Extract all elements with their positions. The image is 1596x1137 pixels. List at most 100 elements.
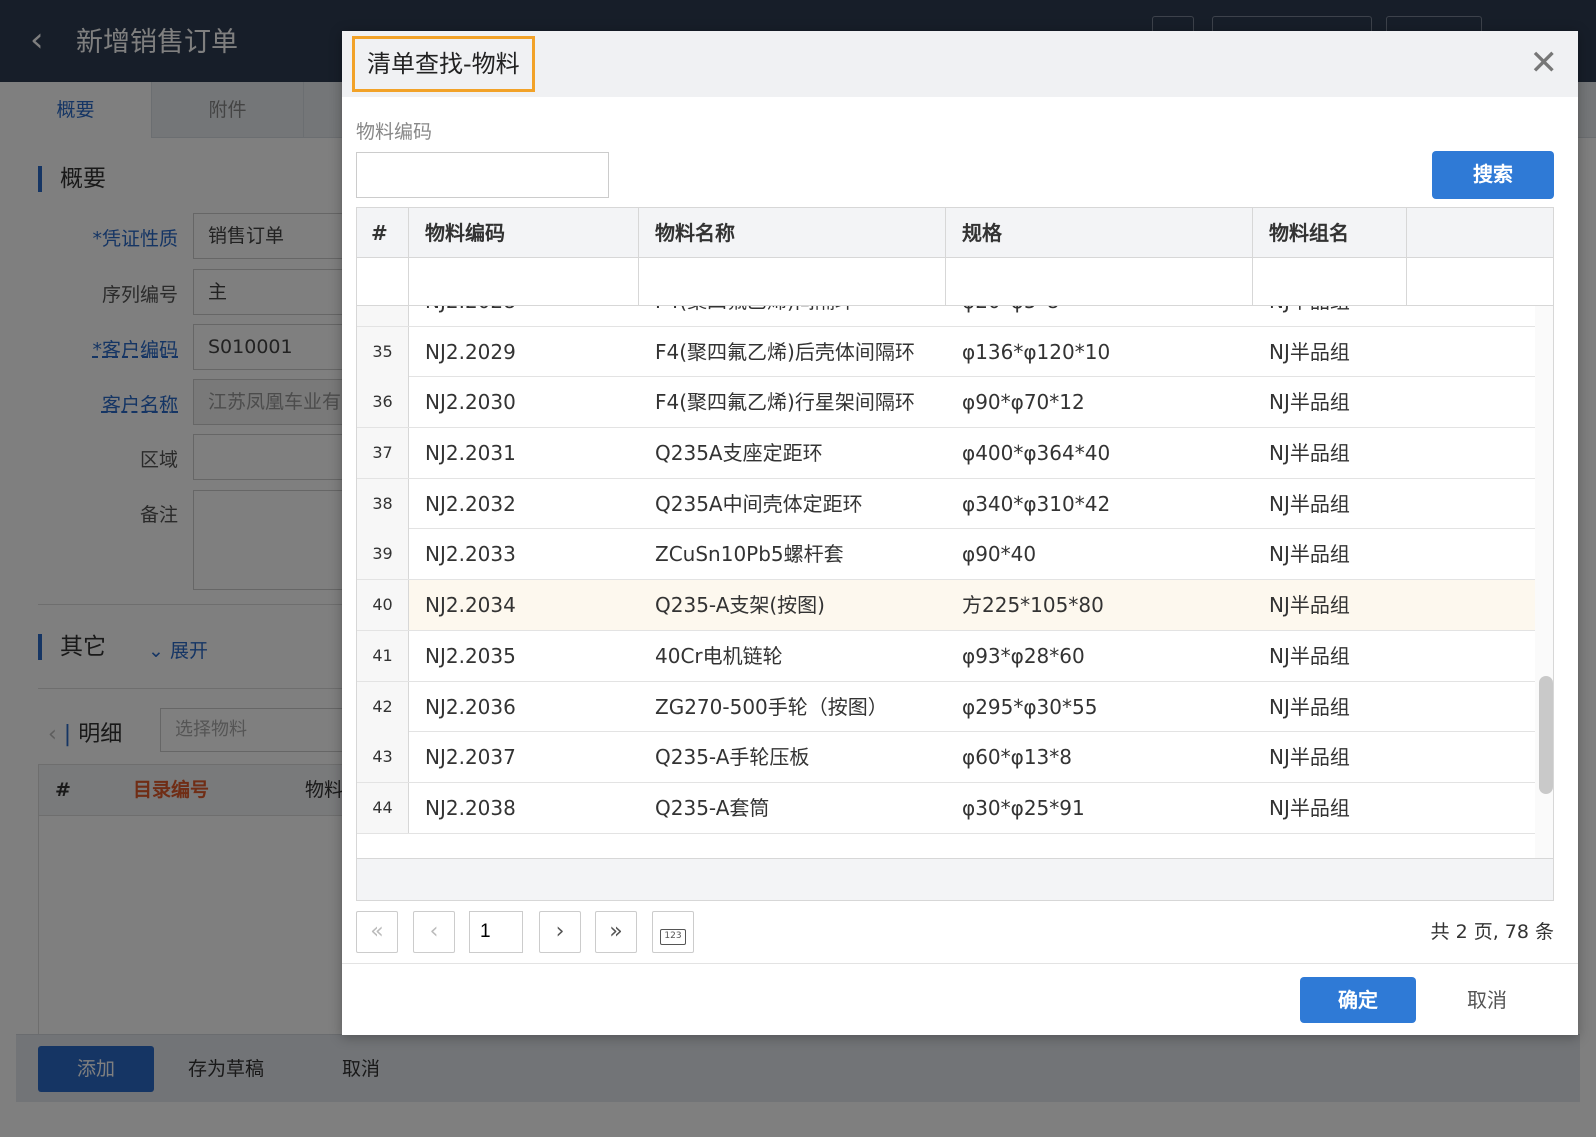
material-group-cell: NJ半品组 xyxy=(1269,795,1350,820)
table-row[interactable]: 35 NJ2.2029 F4(聚四氟乙烯)后壳体间隔环 φ136*φ120*10 NJ半… xyxy=(357,326,1535,378)
filter-cell[interactable] xyxy=(946,258,1253,306)
spec-cell: φ90*φ70*12 xyxy=(962,390,1085,415)
close-icon[interactable]: ✕ xyxy=(1530,43,1559,83)
last-page-button[interactable]: » xyxy=(595,911,637,953)
row-index: 37 xyxy=(357,428,409,479)
grid-header: # 物料编码 物料名称 规格 物料组名 xyxy=(357,208,1553,258)
material-code-cell: NJ2.2028 xyxy=(409,306,639,326)
material-group-cell: NJ半品组 xyxy=(1269,745,1350,770)
spec-cell: φ93*φ28*60 xyxy=(962,643,1085,668)
row-index: 43 xyxy=(357,732,409,783)
material-name-cell: Q235A支座定距环 xyxy=(655,441,823,466)
material-name-cell: Q235-A手轮压板 xyxy=(655,745,810,770)
material-name-cell: F4(聚四氟乙烯)后壳体间隔环 xyxy=(655,339,915,364)
material-name-cell: ZCuSn10Pb5螺杆套 xyxy=(655,542,844,567)
material-group-cell: NJ半品组 xyxy=(1269,491,1350,516)
material-code-cell: NJ2.2035 xyxy=(425,643,516,668)
first-page-button[interactable]: « xyxy=(356,911,398,953)
spec-cell: φ90*40 xyxy=(962,542,1037,567)
material-code-input[interactable] xyxy=(356,152,609,198)
material-code-cell: NJ2.2033 xyxy=(425,542,516,567)
vertical-scrollbar[interactable] xyxy=(1535,306,1553,858)
material-code-cell: NJ2.2031 xyxy=(425,441,516,466)
numpad-icon: 123 xyxy=(660,929,686,945)
material-name-cell: F4(聚四氟乙烯)间隔环 xyxy=(639,306,946,326)
material-group-cell: NJ半品组 xyxy=(1269,643,1350,668)
row-index: 34 xyxy=(357,306,409,326)
material-group-cell: NJ半品组 xyxy=(1269,390,1350,415)
spec-cell: φ400*φ364*40 xyxy=(962,441,1111,466)
row-index: 44 xyxy=(357,782,409,833)
prev-page-button[interactable]: ‹ xyxy=(413,911,455,953)
material-name-cell: ZG270-500手轮（按图） xyxy=(655,694,888,719)
material-name-cell: Q235-A套筒 xyxy=(655,795,770,820)
table-row[interactable]: 38 NJ2.2032 Q235A中间壳体定距环 φ340*φ310*42 NJ半品组 xyxy=(357,478,1535,530)
material-code-cell: NJ2.2029 xyxy=(425,339,516,364)
material-code-label: 物料编码 xyxy=(356,121,433,143)
spec-cell: φ20*φ5*8 xyxy=(946,306,1253,326)
filter-cell xyxy=(357,258,409,306)
table-row[interactable]: 41 NJ2.2035 40Cr电机链轮 φ93*φ28*60 NJ半品组 xyxy=(357,630,1535,682)
filter-cell[interactable] xyxy=(409,258,639,306)
grid-footer xyxy=(357,858,1553,900)
grid-rows: 34NJ2.2028F4(聚四氟乙烯)间隔环φ20*φ5*8NJ半品组35NJ2… xyxy=(357,306,1535,834)
spec-cell: φ295*φ30*55 xyxy=(962,694,1098,719)
filter-cell[interactable] xyxy=(1253,258,1407,306)
row-index: 35 xyxy=(357,326,409,377)
grid-filter-row xyxy=(357,258,1553,306)
filter-cell[interactable] xyxy=(639,258,946,306)
column-header-group[interactable]: 物料组名 xyxy=(1253,208,1407,258)
pagination: « ‹ › » 123 共 2 页, 78 条 xyxy=(356,911,1554,955)
row-index: 41 xyxy=(357,630,409,681)
material-code-cell: NJ2.2036 xyxy=(425,694,516,719)
scrollbar-thumb[interactable] xyxy=(1539,676,1553,794)
page-number-input[interactable] xyxy=(469,911,523,953)
table-row[interactable]: 39 NJ2.2033 ZCuSn10Pb5螺杆套 φ90*40 NJ半品组 xyxy=(357,529,1535,581)
table-row[interactable]: 42 NJ2.2036 ZG270-500手轮（按图） φ295*φ30*55 NJ半品… xyxy=(357,681,1535,733)
material-code-cell: NJ2.2034 xyxy=(425,593,516,618)
material-grid: # 物料编码 物料名称 规格 物料组名 34NJ2.2028F4(聚四氟乙烯)间… xyxy=(356,207,1554,901)
dialog-header: 清单查找-物料 ✕ xyxy=(342,31,1578,97)
material-code-cell: NJ2.2038 xyxy=(425,795,516,820)
column-header-spec[interactable]: 规格 xyxy=(946,208,1253,258)
material-code-cell: NJ2.2032 xyxy=(425,491,516,516)
spec-cell: φ340*φ310*42 xyxy=(962,491,1111,516)
material-name-cell: Q235A中间壳体定距环 xyxy=(655,491,863,516)
material-group-cell: NJ半品组 xyxy=(1253,306,1407,326)
column-header-code[interactable]: 物料编码 xyxy=(409,208,639,258)
column-header-index: # xyxy=(357,208,409,258)
row-index: 38 xyxy=(357,478,409,529)
row-index: 39 xyxy=(357,529,409,580)
table-row[interactable]: 40 NJ2.2034 Q235-A支架(按图) 方225*105*80 NJ半品组 xyxy=(357,580,1535,631)
material-lookup-dialog: 清单查找-物料 ✕ 物料编码 搜索 # 物料编码 物料名称 规格 物料组名 34… xyxy=(342,31,1578,1035)
divider xyxy=(342,963,1578,964)
material-name-cell: 40Cr电机链轮 xyxy=(655,643,783,668)
table-row[interactable]: 34NJ2.2028F4(聚四氟乙烯)间隔环φ20*φ5*8NJ半品组 xyxy=(357,306,1535,327)
material-name-cell: Q235-A支架(按图) xyxy=(655,593,825,618)
spec-cell: φ30*φ25*91 xyxy=(962,795,1085,820)
material-group-cell: NJ半品组 xyxy=(1269,542,1350,567)
spec-cell: 方225*105*80 xyxy=(962,593,1104,618)
search-button[interactable]: 搜索 xyxy=(1432,151,1554,199)
row-index: 40 xyxy=(357,580,409,631)
material-group-cell: NJ半品组 xyxy=(1269,593,1350,618)
column-header-name[interactable]: 物料名称 xyxy=(639,208,946,258)
table-row[interactable]: 36 NJ2.2030 F4(聚四氟乙烯)行星架间隔环 φ90*φ70*12 NJ半品组 xyxy=(357,377,1535,429)
material-code-cell: NJ2.2037 xyxy=(425,745,516,770)
confirm-button[interactable]: 确定 xyxy=(1300,977,1416,1023)
row-index: 36 xyxy=(357,377,409,428)
spec-cell: φ136*φ120*10 xyxy=(962,339,1111,364)
grid-body: 34NJ2.2028F4(聚四氟乙烯)间隔环φ20*φ5*8NJ半品组35NJ2… xyxy=(357,306,1553,858)
spec-cell: φ60*φ13*8 xyxy=(962,745,1073,770)
table-row[interactable]: 44 NJ2.2038 Q235-A套筒 φ30*φ25*91 NJ半品组 xyxy=(357,782,1535,834)
dialog-title: 清单查找-物料 xyxy=(352,36,535,92)
dialog-cancel-button[interactable]: 取消 xyxy=(1452,977,1522,1023)
material-group-cell: NJ半品组 xyxy=(1269,441,1350,466)
page-jump-button[interactable]: 123 xyxy=(652,911,694,953)
table-row[interactable]: 37 NJ2.2031 Q235A支座定距环 φ400*φ364*40 NJ半品组 xyxy=(357,428,1535,479)
next-page-button[interactable]: › xyxy=(539,911,581,953)
material-name-cell: F4(聚四氟乙烯)行星架间隔环 xyxy=(655,390,915,415)
row-index: 42 xyxy=(357,681,409,732)
table-row[interactable]: 43 NJ2.2037 Q235-A手轮压板 φ60*φ13*8 NJ半品组 xyxy=(357,732,1535,783)
material-group-cell: NJ半品组 xyxy=(1269,694,1350,719)
